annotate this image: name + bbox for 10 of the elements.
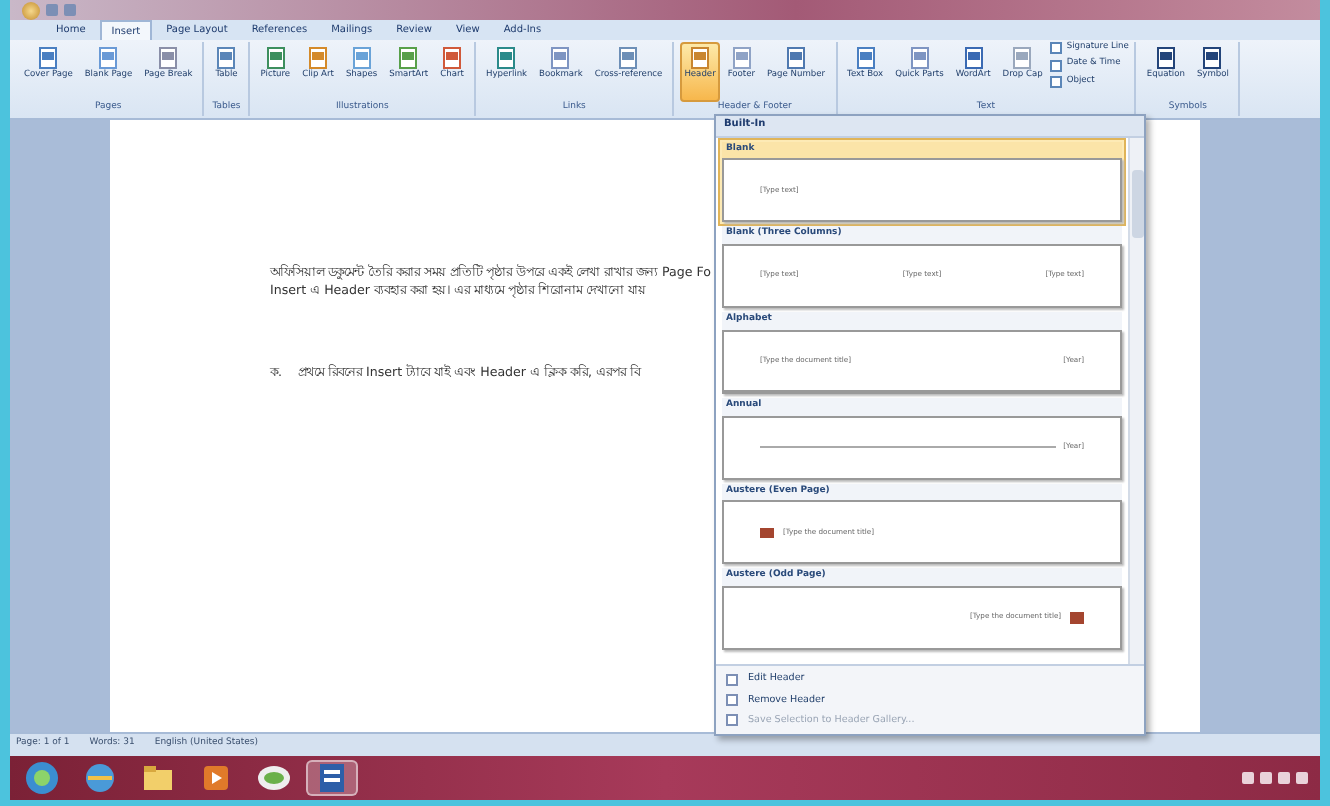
scroll-thumb[interactable] <box>1131 169 1143 237</box>
globe-icon <box>82 760 118 796</box>
folder-icon <box>140 760 176 796</box>
play-icon <box>198 760 234 796</box>
scrollbar[interactable] <box>1128 137 1144 665</box>
start-button <box>24 760 60 796</box>
page-number-tag <box>760 527 775 538</box>
chat-icon <box>256 760 292 796</box>
page-number-tag <box>1069 612 1084 624</box>
taskbar-button[interactable] <box>306 760 358 796</box>
